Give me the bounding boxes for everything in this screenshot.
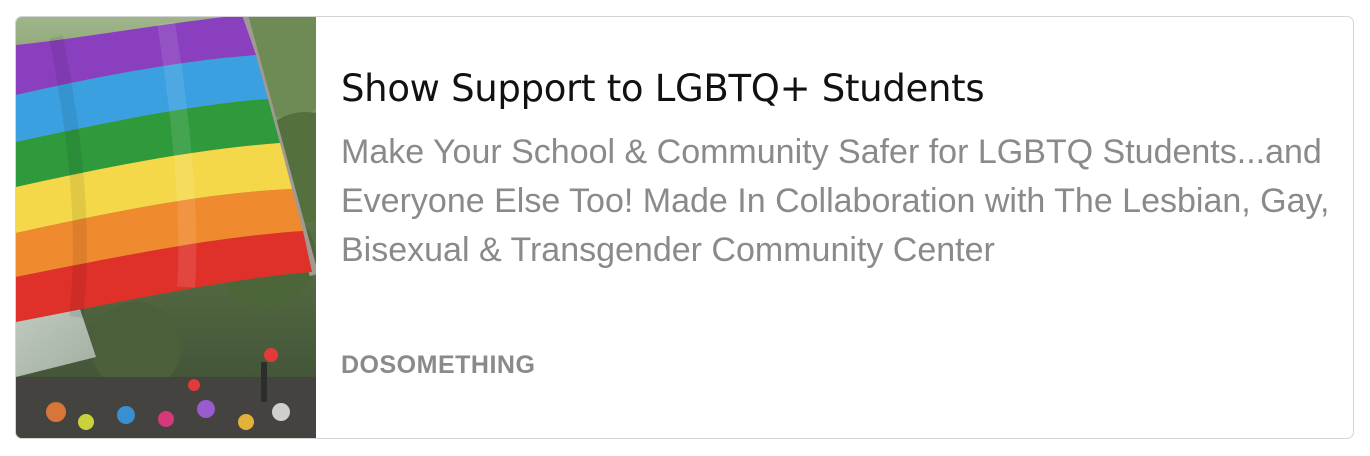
card-thumbnail[interactable]: [16, 17, 316, 438]
card-description: Make Your School & Community Safer for L…: [341, 133, 1330, 269]
link-card[interactable]: Show Support to LGBTQ+ Students Make You…: [15, 16, 1354, 439]
card-source: DOSOMETHING: [341, 351, 536, 379]
card-content: Show Support to LGBTQ+ Students Make You…: [316, 17, 1353, 438]
card-title[interactable]: Show Support to LGBTQ+ Students: [341, 67, 985, 110]
pride-flag-image: [16, 17, 316, 438]
